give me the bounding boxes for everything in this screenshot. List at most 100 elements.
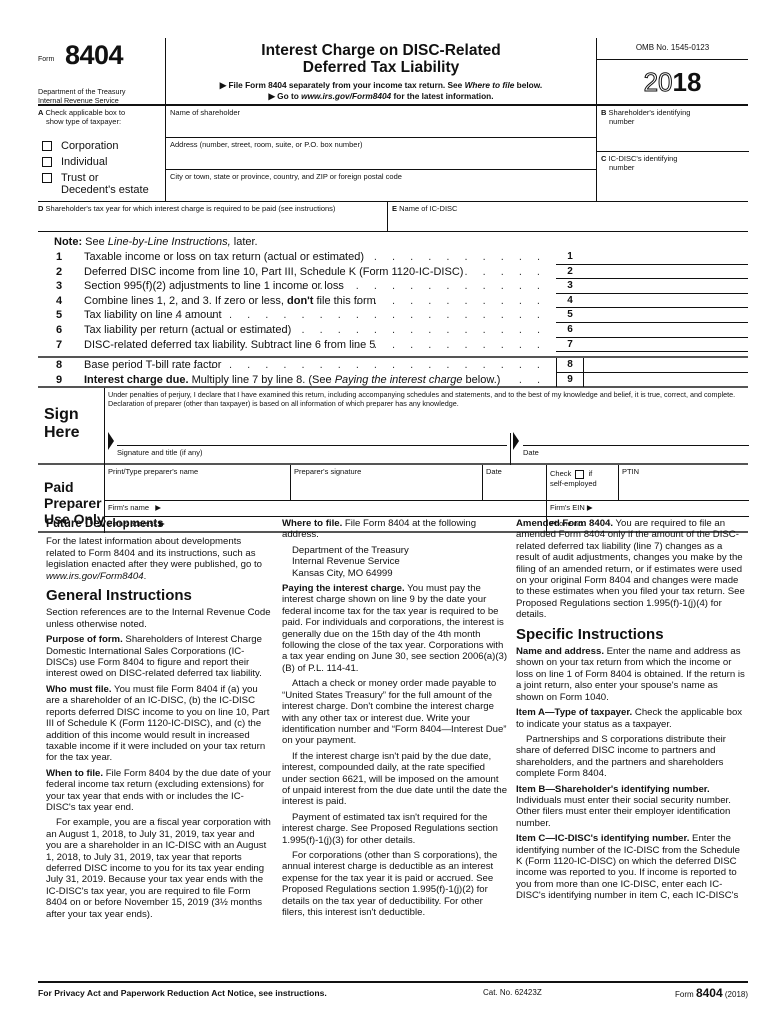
- city-field[interactable]: City or town, state or province, country…: [166, 170, 596, 202]
- ic-disc-name-field[interactable]: E Name of IC-DISC: [392, 202, 457, 215]
- partnerships-paragraph: Partnerships and S corporations distribu…: [516, 733, 726, 780]
- trust-checkbox[interactable]: [42, 173, 52, 183]
- preparer-signature-field[interactable]: Preparer's signature: [291, 465, 483, 500]
- paragraph-heading: Paying the interest charge.: [282, 583, 405, 595]
- shareholder-tax-year-field[interactable]: D Shareholder's tax year for which inter…: [38, 202, 388, 232]
- preparer-label-2: Preparer: [44, 495, 102, 511]
- sign-divider: [510, 433, 511, 465]
- perjury-statement: Under penalties of perjury, I declare th…: [108, 390, 736, 408]
- shareholder-name-field[interactable]: Name of shareholder: [166, 106, 596, 138]
- line-2-amount-input[interactable]: [584, 265, 748, 280]
- preparer-date-field[interactable]: Date: [483, 465, 547, 500]
- address-field[interactable]: Address (number, street, room, suite, or…: [166, 138, 596, 170]
- line-code: 8: [556, 358, 584, 373]
- line-text-part: Multiply line 7 by line 8. (See: [188, 373, 335, 386]
- line-9-amount-input[interactable]: [584, 373, 748, 388]
- footer-form-word: Form: [675, 990, 694, 999]
- ptin-label: PTIN: [622, 467, 640, 476]
- item-a-text: Check applicable box to: [45, 108, 126, 117]
- item-c-label-2: number: [609, 163, 635, 172]
- taxpayer-type-corporation[interactable]: Corporation: [42, 140, 118, 152]
- leader-dots: . . . . . . . . . . . . . . . . . .: [229, 324, 546, 336]
- corporation-label: Corporation: [61, 140, 119, 152]
- shareholder-id-field[interactable]: B Shareholder's identifying number: [597, 106, 749, 152]
- ptin-field[interactable]: PTIN: [619, 465, 749, 500]
- firm-ein-field[interactable]: Firm's EIN ▶: [547, 501, 749, 516]
- shareholder-fields: Name of shareholder Address (number, str…: [166, 106, 596, 202]
- when-to-file-paragraph: When to file. File Form 8404 by the due …: [46, 768, 272, 814]
- preparer-name-field[interactable]: Print/Type preparer's name: [105, 465, 291, 500]
- line-8: 8 Base period T-bill rate factor . . . .…: [38, 358, 748, 373]
- address-line: Kansas City, MO 64999: [292, 567, 393, 579]
- line-text: Interest charge due. Multiply line 7 by …: [84, 373, 500, 387]
- line-3-amount-input[interactable]: [584, 279, 748, 294]
- line-3: 3 Section 995(f)(2) adjustments to line …: [38, 279, 748, 294]
- item-b-label-2: number: [609, 117, 635, 126]
- leader-dots: . . . . .: [464, 265, 546, 278]
- signature-input[interactable]: [117, 445, 507, 446]
- item-c-letter: C: [601, 154, 607, 163]
- line-code: 3: [556, 279, 584, 294]
- note-ref: Line-by-Line Instructions,: [107, 236, 231, 248]
- line-6: 6 Tax liability per return (actual or es…: [38, 323, 748, 338]
- specific-instructions-heading: Specific Instructions: [516, 625, 664, 643]
- address-label: Address (number, street, room, suite, or…: [170, 140, 363, 149]
- paragraph-text: You must file Form 8404 if (a) you are a…: [46, 683, 270, 764]
- line-2: 2 Deferred DISC income from line 10, Par…: [38, 265, 748, 280]
- sign-here-section: Sign Here Under penalties of perjury, I d…: [38, 388, 749, 465]
- trust-label-1: Trust or: [61, 172, 99, 184]
- form-word: Form: [38, 56, 55, 63]
- line-text-emphasis: don't: [287, 294, 314, 307]
- id-numbers-block: B Shareholder's identifying number C IC-…: [596, 106, 749, 202]
- omb-year-block: OMB No. 1545-0123 2018: [596, 38, 748, 106]
- irs-url-link[interactable]: www.irs.gov/Form8404: [46, 571, 144, 582]
- purpose-paragraph: Purpose of form. Shareholders of Interes…: [46, 634, 272, 680]
- subtitle-text: ▶ File Form 8404 separately from your in…: [219, 80, 465, 90]
- taxpayer-type-individual[interactable]: Individual: [42, 156, 107, 168]
- subtitle-text: below.: [514, 80, 543, 90]
- who-must-file-paragraph: Who must file. You must file Form 8404 i…: [46, 684, 272, 764]
- item-a-label: A Check applicable box to show type of t…: [38, 106, 165, 126]
- taxpayer-type-trust[interactable]: Trust or Decedent's estate: [42, 172, 149, 196]
- line-text: DISC-related deferred tax liability. Sub…: [84, 338, 376, 351]
- line-note: Note: See Line-by-Line Instructions, lat…: [54, 236, 258, 248]
- item-b-letter: B: [601, 108, 607, 117]
- line-8-amount-input[interactable]: [584, 358, 748, 373]
- address-line: Department of the Treasury: [292, 544, 409, 556]
- self-employed-checkbox[interactable]: [575, 469, 585, 479]
- irs-url-link[interactable]: www.irs.gov/Form8404: [301, 91, 391, 101]
- sign-date-label: Date: [523, 448, 539, 457]
- individual-checkbox[interactable]: [42, 157, 52, 167]
- corporation-checkbox[interactable]: [42, 141, 52, 151]
- subtitle-text: ▶ Go to: [268, 91, 302, 101]
- line-4-amount-input[interactable]: [584, 294, 748, 309]
- trust-label: Trust or Decedent's estate: [61, 172, 149, 196]
- note-label: Note:: [54, 236, 83, 248]
- dept-line-1: Department of the Treasury: [38, 87, 126, 96]
- line-1-amount-input[interactable]: [584, 250, 748, 265]
- paragraph-text: Individuals must enter their social secu…: [516, 794, 731, 829]
- item-d-label: Shareholder's tax year for which interes…: [45, 204, 336, 213]
- leader-dots: . . . . . . . . . . . . . . . . . . . . …: [156, 359, 546, 371]
- text-part: .: [143, 570, 147, 582]
- dept-line-2: Internal Revenue Service: [38, 96, 119, 105]
- note-text: later.: [230, 236, 258, 248]
- line-7-amount-input[interactable]: [584, 338, 748, 353]
- where-to-file-ref: Where to file: [464, 80, 515, 90]
- paragraph-heading: Item C—IC-DISC's identifying number.: [516, 833, 690, 845]
- preparer-date-label: Date: [486, 467, 502, 476]
- firm-name-field[interactable]: Firm's name ▶: [105, 501, 547, 516]
- year-suffix: 18: [672, 67, 702, 97]
- check-if-label: if: [588, 469, 593, 478]
- line-6-amount-input[interactable]: [584, 323, 748, 338]
- instructions-column-3: Amended Form 8404. You are required to f…: [516, 518, 748, 906]
- line-code: 1: [556, 250, 584, 265]
- line-number: 7: [56, 338, 63, 351]
- line-5-amount-input[interactable]: [584, 308, 748, 323]
- form-header: Form 8404 Department of the Treasury Int…: [38, 38, 748, 106]
- sign-date-input[interactable]: [523, 445, 749, 446]
- preparer-row-1: Print/Type preparer's name Preparer's si…: [105, 465, 749, 501]
- example-paragraph: For example, you are a fiscal year corpo…: [46, 817, 271, 920]
- ic-disc-id-field[interactable]: C IC-DISC's identifying number: [597, 152, 749, 202]
- paragraph-heading: When to file.: [46, 767, 104, 779]
